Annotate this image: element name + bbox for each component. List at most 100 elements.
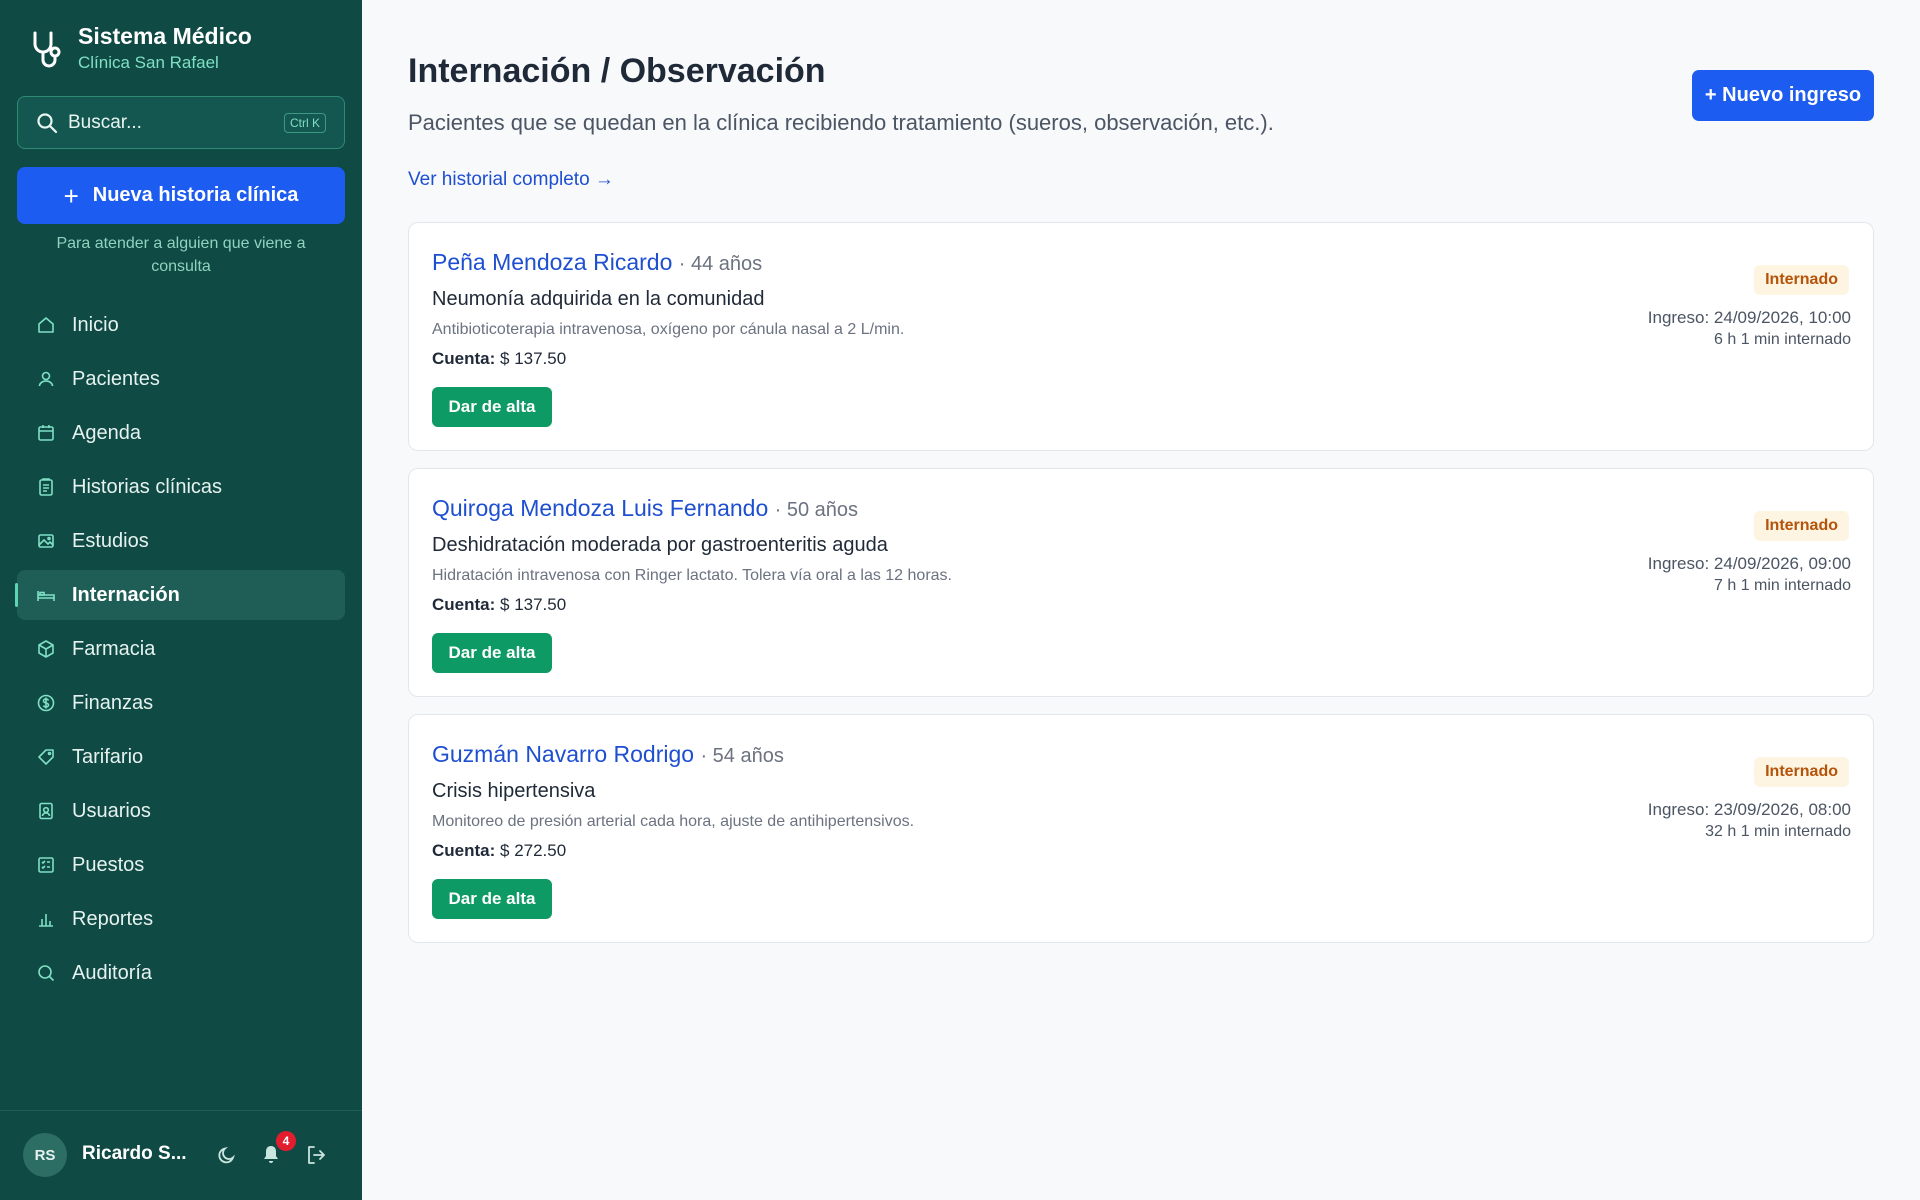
clinic-name: Clínica San Rafael <box>78 53 219 72</box>
bar-chart-icon <box>39 914 53 927</box>
search-shortcut: Ctrl K <box>284 112 326 133</box>
elapsed-time: 32 h 1 min internado <box>1705 823 1851 840</box>
treatment: Hidratación intravenosa con Ringer lacta… <box>432 567 952 584</box>
sidebar-item-tarifario[interactable]: Tarifario <box>17 732 345 782</box>
new-history-button[interactable]: + Nueva historia clínica <box>17 167 345 224</box>
clipboard-icon <box>39 478 53 496</box>
admission-card: Guzmán Navarro Rodrigo · 54 años Crisis … <box>408 714 1874 943</box>
bed-icon <box>37 591 55 601</box>
sidebar-item-label: Puestos <box>72 853 145 876</box>
sidebar-item-estudios[interactable]: Estudios <box>17 516 345 566</box>
account-label: Cuenta: <box>432 841 496 860</box>
user-icon <box>38 371 54 387</box>
account-value: $ 272.50 <box>500 841 567 860</box>
discharge-button[interactable]: Dar de alta <box>432 879 552 919</box>
avatar[interactable]: RS <box>23 1133 67 1177</box>
sidebar-item-label: Pacientes <box>72 367 160 390</box>
elapsed-time: 7 h 1 min internado <box>1714 577 1851 594</box>
treatment: Monitoreo de presión arterial cada hora,… <box>432 813 915 830</box>
treatment: Antibioticoterapia intravenosa, oxígeno … <box>432 321 905 338</box>
search-input[interactable]: Buscar... Ctrl K <box>17 96 345 149</box>
sidebar-item-agenda[interactable]: Agenda <box>17 408 345 458</box>
status-badge: Internado <box>1754 511 1849 541</box>
admission-date: Ingreso: 24/09/2026, 09:00 <box>1647 554 1851 573</box>
page-title: Internación / Observación <box>408 52 826 90</box>
patient-name-link[interactable]: Quiroga Mendoza Luis Fernando <box>432 495 768 521</box>
patient-header: Guzmán Navarro Rodrigo · 54 años <box>432 741 784 768</box>
sidebar: Sistema Médico Clínica San Rafael Buscar… <box>0 0 362 1200</box>
patient-header: Quiroga Mendoza Luis Fernando · 50 años <box>432 495 858 522</box>
sidebar-item-finanzas[interactable]: Finanzas <box>17 678 345 728</box>
sidebar-item-label: Reportes <box>72 907 154 930</box>
box-icon <box>38 640 54 658</box>
sidebar-item-usuarios[interactable]: Usuarios <box>17 786 345 836</box>
discharge-button[interactable]: Dar de alta <box>432 633 552 673</box>
account: Cuenta: $ 137.50 <box>432 595 566 615</box>
dollar-icon <box>37 694 55 712</box>
admission-card: Quiroga Mendoza Luis Fernando · 50 años … <box>408 468 1874 697</box>
new-admission-button[interactable]: + Nuevo ingreso <box>1692 70 1874 121</box>
account: Cuenta: $ 272.50 <box>432 841 566 861</box>
sidebar-nav: Inicio Pacientes Agenda Historias clínic… <box>15 300 345 1002</box>
history-link[interactable]: Ver historial completo → <box>408 169 614 191</box>
page-subtitle: Pacientes que se quedan en la clínica re… <box>408 110 1274 135</box>
sidebar-item-historias[interactable]: Historias clínicas <box>17 462 345 512</box>
sidebar-item-label: Agenda <box>72 421 141 444</box>
sidebar-item-puestos[interactable]: Puestos <box>17 840 345 890</box>
patient-name-link[interactable]: Peña Mendoza Ricardo <box>432 249 672 275</box>
sidebar-item-label: Internación <box>72 583 180 606</box>
user-name[interactable]: Ricardo S... <box>82 1143 187 1165</box>
brand[interactable]: Sistema Médico Clínica San Rafael <box>30 22 252 74</box>
admission-date: Ingreso: 24/09/2026, 10:00 <box>1647 308 1851 327</box>
discharge-button[interactable]: Dar de alta <box>432 387 552 427</box>
plus-icon: + <box>63 180 79 211</box>
admission-date: Ingreso: 23/09/2026, 08:00 <box>1647 800 1851 819</box>
home-icon <box>38 317 54 333</box>
diagnosis: Crisis hipertensiva <box>432 780 596 802</box>
app-title: Sistema Médico <box>78 23 252 49</box>
moon-icon[interactable] <box>216 1144 238 1166</box>
status-badge: Internado <box>1754 265 1849 295</box>
account-value: $ 137.50 <box>500 595 567 614</box>
elapsed-time: 6 h 1 min internado <box>1714 331 1851 348</box>
sidebar-item-label: Tarifario <box>72 745 144 768</box>
diagnosis: Deshidratación moderada por gastroenteri… <box>432 534 888 556</box>
patient-name-link[interactable]: Guzmán Navarro Rodrigo <box>432 741 694 767</box>
search-placeholder: Buscar... <box>68 111 142 133</box>
sidebar-item-label: Auditoría <box>72 961 153 984</box>
sidebar-item-label: Finanzas <box>72 691 154 714</box>
stethoscope-icon <box>33 31 61 68</box>
id-badge-icon <box>39 802 53 820</box>
calendar-icon <box>38 425 54 441</box>
sidebar-item-label: Inicio <box>72 313 119 336</box>
sidebar-item-inicio[interactable]: Inicio <box>17 300 345 350</box>
sidebar-item-label: Historias clínicas <box>72 475 223 498</box>
patient-header: Peña Mendoza Ricardo · 44 años <box>432 249 762 276</box>
sidebar-item-label: Farmacia <box>72 637 156 660</box>
patient-age: · 54 años <box>700 745 784 767</box>
new-history-label: Nueva historia clínica <box>92 184 299 206</box>
search-icon <box>38 965 55 982</box>
patient-age: · 50 años <box>774 499 859 521</box>
sidebar-item-auditoria[interactable]: Auditoría <box>17 948 345 998</box>
notification-badge: 4 <box>276 1131 296 1151</box>
sidebar-item-label: Usuarios <box>72 799 151 822</box>
logout-icon[interactable] <box>304 1143 328 1167</box>
account: Cuenta: $ 137.50 <box>432 349 566 369</box>
search-icon <box>37 112 58 133</box>
account-label: Cuenta: <box>432 595 496 614</box>
sidebar-item-label: Estudios <box>72 529 149 552</box>
account-value: $ 137.50 <box>500 349 567 368</box>
tag-icon <box>38 749 54 765</box>
status-badge: Internado <box>1754 757 1849 787</box>
sidebar-item-pacientes[interactable]: Pacientes <box>17 354 345 404</box>
sidebar-item-farmacia[interactable]: Farmacia <box>17 624 345 674</box>
sidebar-item-internacion[interactable]: Internación <box>15 570 345 620</box>
account-label: Cuenta: <box>432 349 496 368</box>
admission-card: Peña Mendoza Ricardo · 44 años Neumonía … <box>408 222 1874 451</box>
sidebar-item-reportes[interactable]: Reportes <box>17 894 345 944</box>
checklist-icon <box>38 857 54 873</box>
new-history-hint: Para atender a alguien que viene a consu… <box>56 235 306 275</box>
user-bar: RS Ricardo S... 4 <box>0 1110 362 1200</box>
image-icon <box>38 534 54 548</box>
